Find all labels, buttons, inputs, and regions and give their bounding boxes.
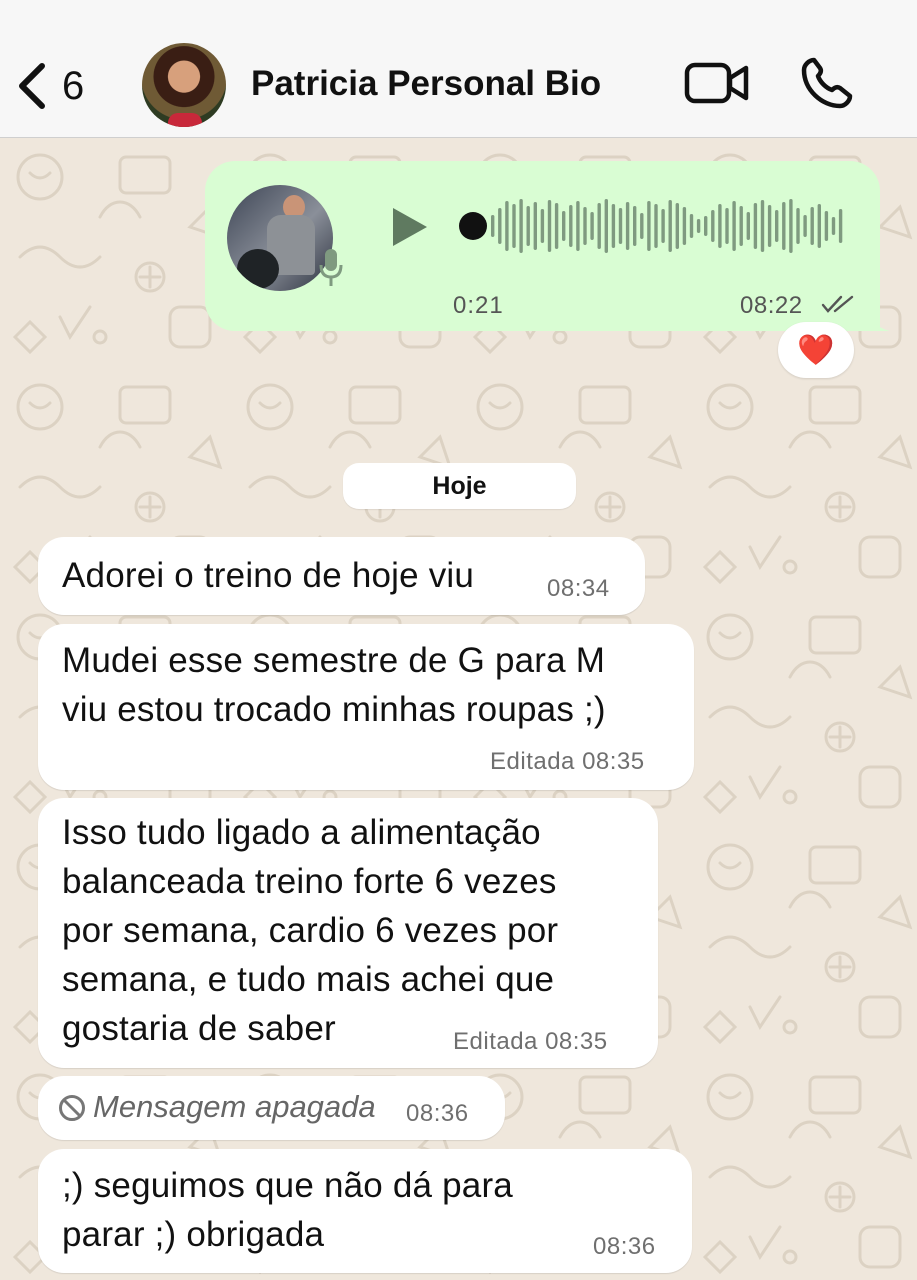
waveform-bar: [498, 208, 502, 244]
contact-avatar[interactable]: [142, 43, 226, 127]
message-text: balanceada treino forte 6 vezes: [62, 862, 557, 901]
message-text: Isso tudo ligado a alimentação: [62, 813, 541, 852]
waveform-bar: [604, 199, 608, 253]
waveform-bar: [838, 209, 843, 243]
waveform-bar: [796, 208, 800, 244]
message-text: Adorei o treino de hoje viu: [62, 556, 475, 595]
message-text: ;) seguimos que não dá para: [62, 1166, 513, 1205]
waveform-bar: [775, 210, 779, 242]
prohibited-icon: [59, 1095, 85, 1121]
microphone-icon: [319, 249, 343, 286]
play-icon[interactable]: [389, 206, 429, 248]
message-time: 08:36: [406, 1100, 469, 1127]
waveform-bar: [583, 207, 587, 245]
message-bubble[interactable]: Isso tudo ligado a alimentação balancead…: [38, 798, 658, 1068]
message-text: Mudei esse semestre de G para M: [62, 641, 606, 680]
reaction-badge[interactable]: ❤️: [778, 322, 854, 378]
waveform-bar: [562, 211, 566, 241]
message-bubble[interactable]: Mudei esse semestre de G para M viu esto…: [38, 624, 694, 790]
waveform-bar: [675, 203, 679, 249]
waveform-bar: [718, 204, 722, 248]
waveform-bar: [711, 210, 715, 242]
waveform-bar: [618, 208, 623, 244]
voice-message-bubble[interactable]: 0:21 08:22: [205, 161, 880, 331]
waveform-bar: [569, 205, 573, 247]
deleted-message-text: Mensagem apagada: [93, 1089, 376, 1124]
message-text: por semana, cardio 6 vezes por: [62, 911, 559, 950]
voice-duration: 0:21: [453, 292, 504, 319]
waveform-bar: [512, 204, 516, 248]
waveform-bar: [831, 217, 836, 235]
waveform-bar: [668, 200, 672, 252]
waveform-bar: [661, 209, 665, 243]
waveform-bar: [540, 209, 545, 243]
double-check-icon: [821, 295, 854, 313]
waveform-bar: [533, 202, 537, 250]
waveform-bar: [633, 206, 637, 246]
chevron-left-icon: [19, 63, 45, 109]
waveform-bar: [824, 211, 829, 241]
waveform-bar: [590, 212, 594, 240]
waveform-bar: [682, 207, 687, 245]
video-camera-icon[interactable]: [684, 60, 750, 106]
waveform-bar: [625, 202, 630, 250]
waveform-bar: [576, 201, 580, 251]
waveform-bar: [739, 206, 743, 246]
waveform-bar: [689, 214, 694, 238]
waveform-bar: [803, 215, 807, 237]
message-time: Editada 08:35: [490, 748, 645, 775]
date-divider: Hoje: [343, 463, 576, 509]
audio-waveform[interactable]: [459, 195, 849, 257]
waveform-bar: [547, 200, 552, 252]
message-text: parar ;) obrigada: [62, 1215, 325, 1254]
waveform-bar: [554, 203, 559, 249]
waveform-bar: [647, 201, 651, 251]
contact-name[interactable]: Patricia Personal Bio: [251, 64, 601, 104]
unread-count: 6: [62, 63, 85, 108]
waveform-bar: [732, 201, 736, 251]
waveform-bar: [810, 207, 814, 245]
waveform-bar: [640, 213, 644, 239]
waveform-bar: [597, 203, 601, 249]
waveform-bar: [611, 204, 616, 248]
back-button[interactable]: 6: [16, 56, 106, 116]
waveform-bar: [760, 200, 765, 252]
waveform-bar: [782, 202, 786, 250]
message-text: viu estou trocado minhas roupas ;): [62, 690, 606, 729]
message-time: 08:34: [547, 575, 610, 602]
waveform-bar: [746, 212, 750, 240]
waveform-bar: [696, 219, 701, 233]
message-text: semana, e tudo mais achei que: [62, 960, 555, 999]
waveform-bar: [491, 215, 495, 237]
playback-scrubber[interactable]: [459, 212, 487, 240]
waveform-bar: [725, 208, 729, 244]
message-bubble[interactable]: Adorei o treino de hoje viu 08:34: [38, 537, 645, 615]
waveform-bar: [526, 206, 530, 246]
phone-icon[interactable]: [800, 56, 856, 110]
waveform-bar: [704, 216, 708, 236]
waveform-bar: [817, 204, 821, 248]
waveform-bar: [789, 199, 793, 253]
waveform-bar: [654, 204, 658, 248]
deleted-message-bubble[interactable]: Mensagem apagada 08:36: [38, 1076, 505, 1140]
waveform-bar: [767, 205, 772, 247]
message-time: Editada 08:35: [453, 1028, 608, 1055]
waveform-bar: [753, 203, 758, 249]
bubble-tail: [862, 300, 890, 331]
heart-icon: ❤️: [797, 333, 835, 367]
message-bubble[interactable]: ;) seguimos que não dá para parar ;) obr…: [38, 1149, 692, 1273]
message-time: 08:36: [593, 1233, 656, 1260]
waveform-bar: [505, 201, 509, 251]
waveform-bar: [519, 199, 523, 253]
message-text: gostaria de saber: [62, 1009, 336, 1048]
message-time: 08:22: [740, 292, 803, 319]
chat-header: 6 Patricia Personal Bio: [0, 0, 917, 138]
